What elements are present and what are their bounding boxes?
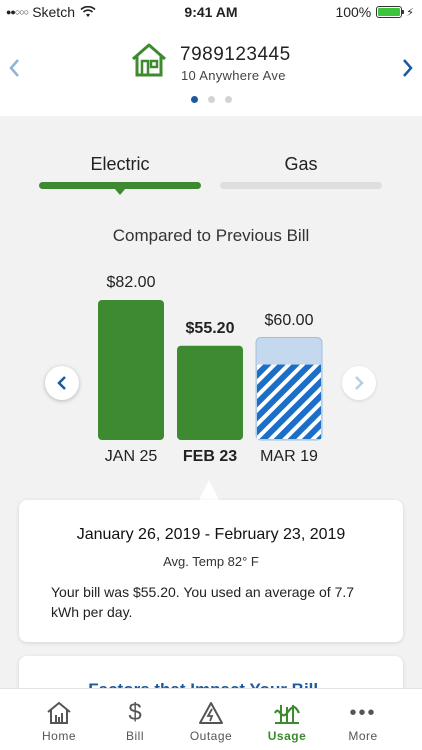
dollar-icon: $	[128, 699, 142, 726]
battery-icon	[376, 6, 405, 18]
chart-next-button[interactable]	[342, 366, 376, 400]
chevron-right-icon	[355, 376, 364, 390]
tab-gas[interactable]: Gas	[220, 154, 382, 175]
tab-usage-label: Usage	[267, 729, 307, 743]
tab-indicator-gas	[220, 182, 382, 189]
tab-pointer	[114, 188, 126, 195]
account-address: 10 Anywhere Ave	[181, 68, 286, 83]
chart-bar-0[interactable]	[98, 300, 164, 440]
chart-category-label-2[interactable]: MAR 19	[249, 448, 329, 466]
tab-home[interactable]: Home	[17, 689, 101, 750]
tab-more[interactable]: ••• More	[321, 689, 405, 750]
tab-bill-label: Bill	[125, 729, 144, 743]
tab-more-label: More	[348, 729, 378, 743]
more-icon: •••	[349, 701, 377, 724]
usage-icon	[274, 705, 300, 724]
tab-electric[interactable]: Electric	[39, 154, 201, 175]
chart-previous-button[interactable]	[45, 366, 79, 400]
charging-icon: ⚡	[406, 6, 414, 19]
page-indicator[interactable]	[0, 96, 422, 103]
average-temperature: Avg. Temp 82° F	[163, 554, 259, 569]
chevron-left-icon	[9, 59, 19, 77]
house-icon	[132, 43, 166, 77]
bill-date-range: January 26, 2019 - February 23, 2019	[76, 526, 346, 543]
bill-comparison-chart: $82.00 JAN 25 $55.20 FEB 23 $60.00 MAR 19	[0, 260, 422, 480]
chart-bar-1[interactable]	[177, 345, 243, 440]
account-number: 7989123445	[180, 44, 291, 65]
chart-value-label-1: $55.20	[185, 319, 235, 337]
tab-usage[interactable]: Usage	[245, 689, 329, 750]
battery-info: 100% ⚡	[335, 4, 414, 20]
home-icon	[47, 701, 71, 724]
page-dot-3[interactable]	[224, 96, 232, 103]
next-account-button[interactable]	[402, 58, 414, 83]
bill-summary: Your bill was $55.20. You used an averag…	[51, 584, 355, 620]
chart-bar-projected-fill-2	[257, 364, 321, 439]
outage-icon	[199, 702, 223, 724]
account-header: 7989123445 10 Anywhere Ave	[0, 24, 422, 116]
tab-home-label: Home	[41, 729, 76, 743]
tab-outage[interactable]: Outage	[169, 689, 253, 750]
chart-category-label-1[interactable]: FEB 23	[170, 448, 250, 466]
bottom-tab-bar: Home $ Bill Outage Usage ••• More	[0, 688, 422, 750]
bill-detail-card: January 26, 2019 - February 23, 2019 Avg…	[19, 500, 403, 642]
detail-card-pointer	[199, 480, 219, 500]
chevron-left-icon	[57, 376, 66, 390]
page-dot-1[interactable]	[190, 96, 198, 103]
tab-bill[interactable]: $ Bill	[93, 689, 177, 750]
chart-category-label-0[interactable]: JAN 25	[91, 448, 171, 466]
page-dot-2[interactable]	[207, 96, 215, 103]
comparison-title: Compared to Previous Bill	[112, 226, 310, 245]
previous-account-button[interactable]	[8, 58, 20, 83]
tab-outage-label: Outage	[189, 729, 233, 743]
battery-percent: 100%	[335, 4, 372, 20]
chart-value-label-2: $60.00	[264, 311, 314, 329]
status-bar: ●●○○○ Sketch 9:41 AM 100% ⚡	[0, 0, 422, 24]
chevron-right-icon	[403, 59, 413, 77]
chart-value-label-0: $82.00	[106, 274, 156, 291]
